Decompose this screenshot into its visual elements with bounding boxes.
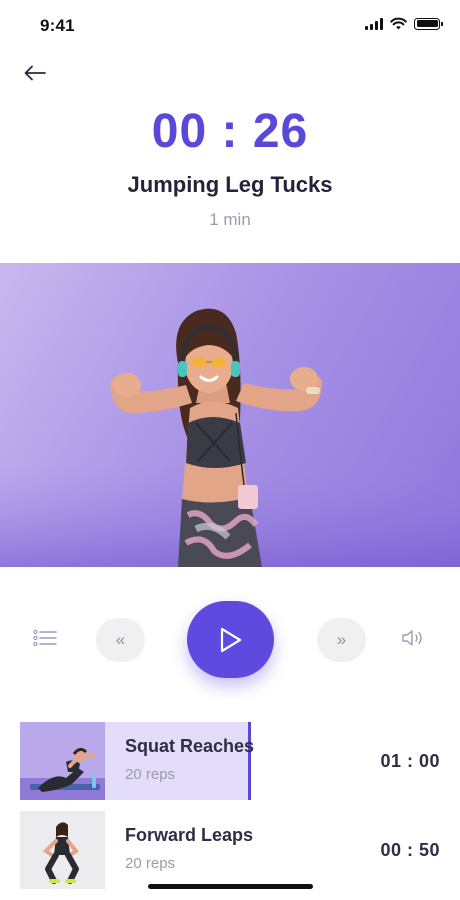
volume-icon: [402, 630, 422, 646]
exercise-title: Jumping Leg Tucks: [127, 172, 333, 197]
play-button[interactable]: [187, 601, 274, 678]
previous-exercise-button[interactable]: «: [96, 618, 145, 662]
list-icon: [33, 629, 57, 647]
next-exercise-button[interactable]: »: [317, 618, 366, 662]
status-icons: [365, 17, 443, 30]
home-indicator: [148, 884, 313, 889]
wifi-icon: [390, 17, 407, 30]
queue-item-reps: 20 reps: [125, 766, 176, 783]
back-button[interactable]: [22, 61, 48, 85]
queue-item-time: 01 : 00: [380, 751, 440, 771]
queue-item-title: Forward Leaps: [125, 825, 254, 845]
exercise-duration: 1 min: [209, 210, 251, 229]
athlete-illustration: [0, 308, 460, 567]
queue-item-reps: 20 reps: [125, 855, 176, 872]
queue-item-title: Squat Reaches: [125, 736, 255, 756]
exercise-progress-marker: [248, 722, 251, 800]
status-time: 9:41: [40, 16, 75, 35]
squat-reaches-thumbnail: [20, 722, 105, 800]
queue-item-squat-reaches[interactable]: Squat Reaches 20 reps 01 : 00: [20, 722, 440, 800]
playback-controls: « »: [0, 600, 460, 680]
cellular-signal-icon: [365, 17, 383, 30]
battery-icon: [414, 17, 443, 30]
queue-item-forward-leaps[interactable]: Forward Leaps 20 reps 00 : 50: [20, 811, 440, 889]
forward-leaps-thumbnail: [20, 811, 105, 889]
volume-button[interactable]: [401, 629, 425, 649]
arrow-left-icon: [24, 65, 46, 81]
workout-timer: 00 : 26: [151, 105, 309, 158]
play-icon: [220, 627, 241, 652]
exercise-hero-image: [0, 263, 460, 567]
rewind-icon: «: [115, 630, 126, 649]
queue-item-time: 00 : 50: [380, 840, 440, 860]
exercise-list-button[interactable]: [33, 629, 57, 649]
fast-forward-icon: »: [336, 630, 347, 649]
status-bar: 9:41: [0, 0, 460, 50]
